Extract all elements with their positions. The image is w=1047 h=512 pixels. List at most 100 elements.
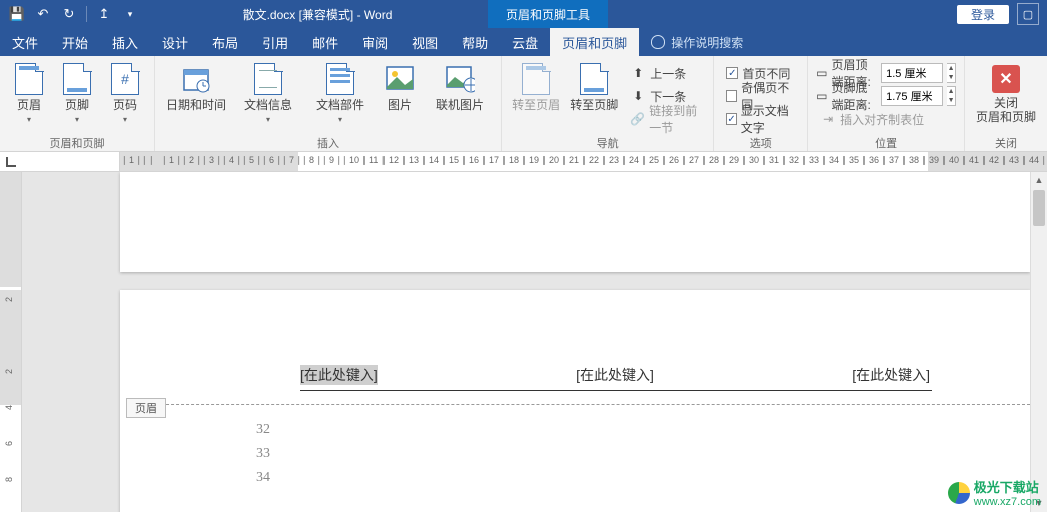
ribbon-display-icon[interactable]: ▢ <box>1017 3 1039 25</box>
header-button[interactable]: 页眉▾ <box>8 60 50 124</box>
bulb-icon <box>651 35 665 49</box>
group-insert: 日期和时间 文档信息▾ 文档部件▾ 图片 联机图片 插入 <box>155 56 502 151</box>
qat-dropdown-icon[interactable]: ▾ <box>119 3 141 25</box>
group-label: 导航 <box>597 133 619 151</box>
ruler-tick: ∣ ∣ <box>142 155 154 166</box>
picture-label: 图片 <box>388 96 412 113</box>
goto-footer-button[interactable]: 转至页脚 <box>568 60 620 113</box>
page-current[interactable]: [在此处键入] [在此处键入] [在此处键入] 页眉 32 33 34 <box>120 290 1030 512</box>
goto-footer-label: 转至页脚 <box>570 96 618 113</box>
group-close: ✕ 关闭 页眉和页脚 关闭 <box>965 56 1047 151</box>
tab-design[interactable]: 设计 <box>150 28 200 56</box>
goto-header-button: 转至页眉 <box>510 60 562 113</box>
tab-icon: ⇥ <box>820 112 836 126</box>
spinner-buttons[interactable]: ▲▼ <box>947 63 956 83</box>
picture-icon <box>385 64 415 94</box>
close-header-footer-button[interactable]: ✕ 关闭 页眉和页脚 <box>973 60 1039 125</box>
header-center-field[interactable]: [在此处键入] <box>576 365 654 385</box>
menu-tabs: 文件 开始 插入 设计 布局 引用 邮件 审阅 视图 帮助 云盘 页眉和页脚 操… <box>0 28 1047 56</box>
header-from-top-input[interactable] <box>881 63 943 83</box>
page-previous[interactable] <box>120 172 1030 272</box>
tab-insert[interactable]: 插入 <box>100 28 150 56</box>
show-document-text-checkbox[interactable]: ✓显示文档文字 <box>722 108 799 130</box>
spinner-buttons[interactable]: ▲▼ <box>947 86 956 106</box>
scroll-up-icon[interactable]: ▲ <box>1031 172 1047 189</box>
insert-alignment-tab-button: ⇥插入对齐制表位 <box>816 108 956 130</box>
header-icon <box>15 63 43 95</box>
scrollbar-thumb[interactable] <box>1033 190 1045 226</box>
tell-me-search[interactable]: 操作说明搜索 <box>639 28 755 56</box>
watermark: 极光下载站 www.xz7.com <box>948 477 1041 508</box>
doc-info-label: 文档信息 <box>244 96 292 113</box>
arrow-up-icon: ⬆ <box>630 66 646 80</box>
tab-help[interactable]: 帮助 <box>450 28 500 56</box>
vruler-tick: 6 <box>4 441 14 446</box>
title-right: 登录 ▢ <box>949 3 1047 25</box>
vertical-scrollbar[interactable]: ▲ ▼ <box>1030 172 1047 512</box>
footer-distance-icon: ▭ <box>816 89 827 103</box>
tab-mailings[interactable]: 邮件 <box>300 28 350 56</box>
link-previous-button: 🔗链接到前一节 <box>626 108 705 130</box>
undo-icon[interactable]: ↶ <box>32 3 54 25</box>
login-button[interactable]: 登录 <box>957 5 1009 24</box>
save-icon[interactable]: 💾 <box>6 3 28 25</box>
doc-parts-button[interactable]: 文档部件▾ <box>307 60 373 124</box>
date-time-button[interactable]: 日期和时间 <box>163 60 229 113</box>
doc-info-button[interactable]: 文档信息▾ <box>235 60 301 124</box>
vruler-tick: 8 <box>4 477 14 482</box>
ruler-tick: ∣ 2 ∣ <box>182 155 201 166</box>
tab-view[interactable]: 视图 <box>400 28 450 56</box>
horizontal-ruler[interactable]: ∣ 1 ∣∣ ∣∣ 1 ∣∣ 2 ∣∣ 3 ∣∣ 4 ∣∣ 5 ∣∣ 6 ∣∣ … <box>0 152 1047 172</box>
body-line: 33 <box>256 446 270 462</box>
touch-mode-icon[interactable]: ↥ <box>93 3 115 25</box>
group-label: 关闭 <box>995 133 1017 151</box>
online-picture-button[interactable]: 联机图片 <box>427 60 493 113</box>
date-time-label: 日期和时间 <box>166 96 226 113</box>
footer-from-bottom-input[interactable] <box>881 86 943 106</box>
tab-stop-icon <box>6 157 16 167</box>
header-left-field[interactable]: [在此处键入] <box>300 365 378 385</box>
page-number-button[interactable]: # 页码▾ <box>104 60 146 124</box>
body-line: 34 <box>256 470 270 486</box>
window-title: 散文.docx [兼容模式] - Word <box>147 6 488 23</box>
vertical-ruler[interactable]: 22468 <box>0 172 22 512</box>
group-label: 插入 <box>317 133 339 151</box>
tab-selector[interactable] <box>0 152 120 171</box>
goto-footer-icon <box>580 63 608 95</box>
contextual-tab-title: 页眉和页脚工具 <box>488 0 608 28</box>
watermark-logo-icon <box>948 482 970 504</box>
header-right-field[interactable]: [在此处键入] <box>852 365 930 385</box>
close-icon: ✕ <box>992 65 1020 93</box>
tab-file[interactable]: 文件 <box>0 28 50 56</box>
vruler-tick: 2 <box>4 297 14 302</box>
previous-button[interactable]: ⬆上一条 <box>626 62 705 84</box>
tab-review[interactable]: 审阅 <box>350 28 400 56</box>
title-bar: 💾 ↶ ↻ ↥ ▾ 散文.docx [兼容模式] - Word 页眉和页脚工具 … <box>0 0 1047 28</box>
picture-button[interactable]: 图片 <box>379 60 421 113</box>
quick-access-toolbar: 💾 ↶ ↻ ↥ ▾ <box>0 3 147 25</box>
header-tag: 页眉 <box>126 398 166 418</box>
ruler-tick: ∣ 6 ∣ <box>262 155 281 166</box>
watermark-url: www.xz7.com <box>974 496 1041 508</box>
redo-icon[interactable]: ↻ <box>58 3 80 25</box>
page-number-label: 页码 <box>113 96 137 113</box>
tab-references[interactable]: 引用 <box>250 28 300 56</box>
tab-cloud[interactable]: 云盘 <box>500 28 550 56</box>
group-position: ▭ 页眉顶端距离: ▲▼ ▭ 页脚底端距离: ▲▼ ⇥插入对齐制表位 位置 <box>808 56 965 151</box>
footer-label: 页脚 <box>65 96 89 113</box>
ruler-tick: ∣ 5 ∣ <box>242 155 261 166</box>
tell-me-label: 操作说明搜索 <box>671 34 743 51</box>
tab-layout[interactable]: 布局 <box>200 28 250 56</box>
header-label: 页眉 <box>17 96 41 113</box>
footer-icon <box>63 63 91 95</box>
doc-parts-label: 文档部件 <box>316 96 364 113</box>
tab-header-footer[interactable]: 页眉和页脚 <box>550 28 639 56</box>
checkbox-checked-icon: ✓ <box>726 113 736 125</box>
tab-home[interactable]: 开始 <box>50 28 100 56</box>
footer-button[interactable]: 页脚▾ <box>56 60 98 124</box>
ruler-tick: ∣ 3 ∣ <box>202 155 221 166</box>
watermark-name: 极光下载站 <box>974 477 1041 496</box>
checkbox-checked-icon: ✓ <box>726 67 738 79</box>
online-picture-icon <box>445 64 475 94</box>
page-number-icon: # <box>111 63 139 95</box>
